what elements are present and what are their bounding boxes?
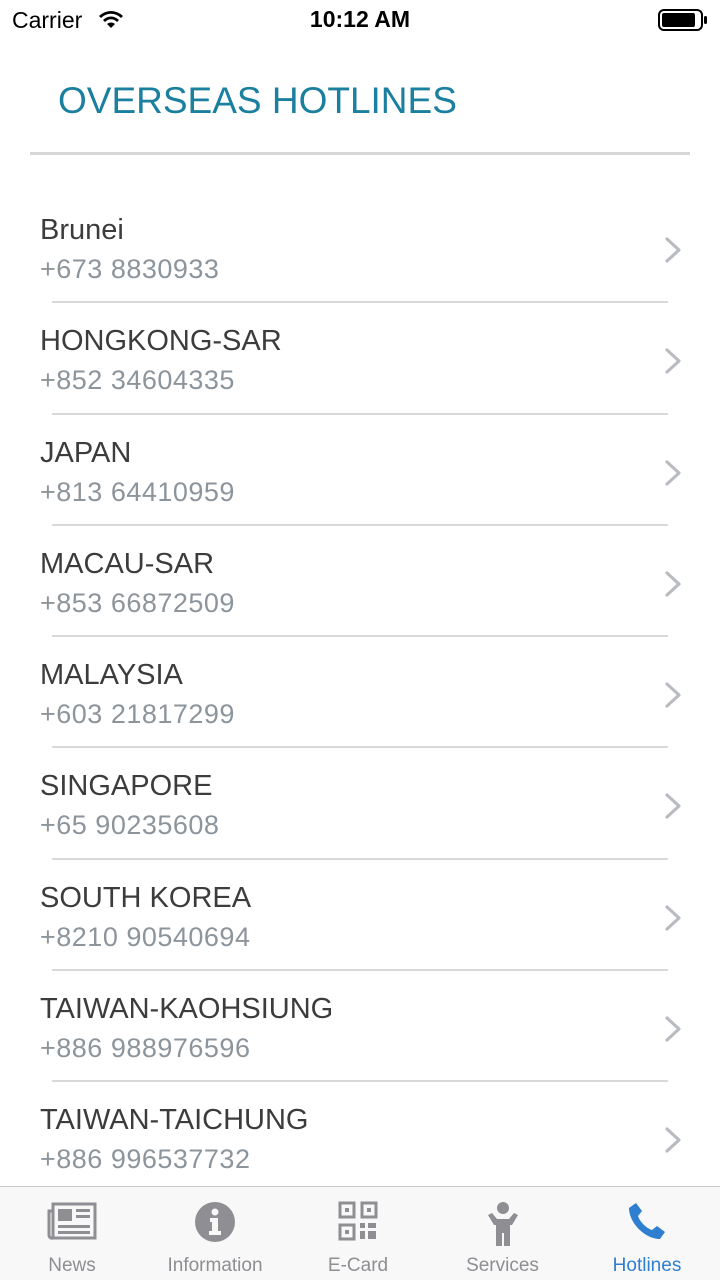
tab-label: E-Card: [327, 1255, 389, 1276]
hotline-row[interactable]: Brunei +673 8830933: [0, 192, 720, 304]
hotline-phone-number: +852 34604335: [40, 365, 235, 396]
chevron-right-icon: [665, 1016, 681, 1042]
hotline-phone-number: +8210 90540694: [40, 921, 251, 952]
status-bar: Carrier 10:12 AM: [0, 0, 720, 40]
page-title: OVERSEAS HOTLINES: [58, 80, 457, 121]
phone-icon: [629, 1203, 665, 1239]
hotline-country: TAIWAN-KAOHSIUNG: [40, 993, 334, 1026]
tab-services[interactable]: Services: [450, 1187, 555, 1281]
tab-label: News: [48, 1255, 96, 1276]
chevron-right-icon: [665, 459, 681, 486]
tab-e-card[interactable]: E-Card: [308, 1187, 408, 1281]
qr-code-icon: [338, 1201, 378, 1241]
chevron-right-icon: [665, 571, 681, 597]
person-icon: [487, 1202, 518, 1246]
tab-label: Information: [167, 1255, 263, 1276]
hotline-row[interactable]: TAIWAN-TAICHUNG +886 996537732: [0, 1082, 720, 1186]
hotline-country: SINGAPORE: [40, 770, 213, 803]
tab-label: Services: [466, 1255, 539, 1276]
hotline-country: SOUTH KOREA: [40, 881, 252, 914]
hotline-phone-number: +886 996537732: [40, 1144, 251, 1175]
title-divider: [30, 152, 690, 155]
hotline-country: HONGKONG-SAR: [40, 325, 282, 358]
hotline-country: MACAU-SAR: [40, 547, 215, 580]
chevron-right-icon: [665, 793, 681, 820]
hotline-list[interactable]: Brunei +673 8830933 HONGKONG-SAR +852 34604…: [0, 192, 720, 1186]
hotline-row[interactable]: SOUTH KOREA +8210 90540694: [0, 860, 720, 972]
status-time: 10:12 AM: [309, 6, 411, 32]
tab-label: Hotlines: [612, 1255, 682, 1276]
hotline-country: Brunei: [40, 214, 124, 246]
hotline-phone-number: +813 64410959: [40, 476, 235, 507]
tab-news[interactable]: News: [22, 1187, 122, 1281]
hotline-phone-number: +603 21817299: [40, 699, 235, 730]
chevron-right-icon: [665, 905, 681, 931]
hotline-country: TAIWAN-TAICHUNG: [40, 1104, 309, 1137]
hotline-row[interactable]: SINGAPORE +65 90235608: [0, 748, 720, 860]
hotline-phone-number: +673 8830933: [40, 254, 220, 284]
info-icon: [195, 1202, 235, 1242]
hotline-country: MALAYSIA: [40, 659, 183, 692]
hotline-row[interactable]: HONGKONG-SAR +852 34604335: [0, 303, 720, 415]
tab-information[interactable]: Information: [150, 1187, 280, 1281]
hotline-row[interactable]: JAPAN +813 64410959: [0, 415, 720, 526]
hotline-row[interactable]: MACAU-SAR +853 66872509: [0, 526, 720, 638]
tab-bar: News Information E-Card Services Hotline…: [0, 1186, 720, 1280]
chevron-right-icon: [665, 1127, 681, 1153]
hotline-row[interactable]: MALAYSIA +603 21817299: [0, 637, 720, 749]
chevron-right-icon: [665, 348, 681, 374]
newspaper-icon: [47, 1202, 97, 1240]
tab-hotlines[interactable]: Hotlines: [597, 1187, 697, 1281]
battery-icon: [658, 9, 707, 31]
hotline-country: JAPAN: [40, 436, 132, 469]
hotline-phone-number: +853 66872509: [40, 587, 235, 618]
hotline-row[interactable]: TAIWAN-KAOHSIUNG +886 988976596: [0, 971, 720, 1083]
chevron-right-icon: [665, 682, 681, 708]
chevron-right-icon: [665, 237, 681, 263]
hotline-phone-number: +886 988976596: [40, 1033, 251, 1064]
hotline-phone-number: +65 90235608: [40, 810, 220, 841]
